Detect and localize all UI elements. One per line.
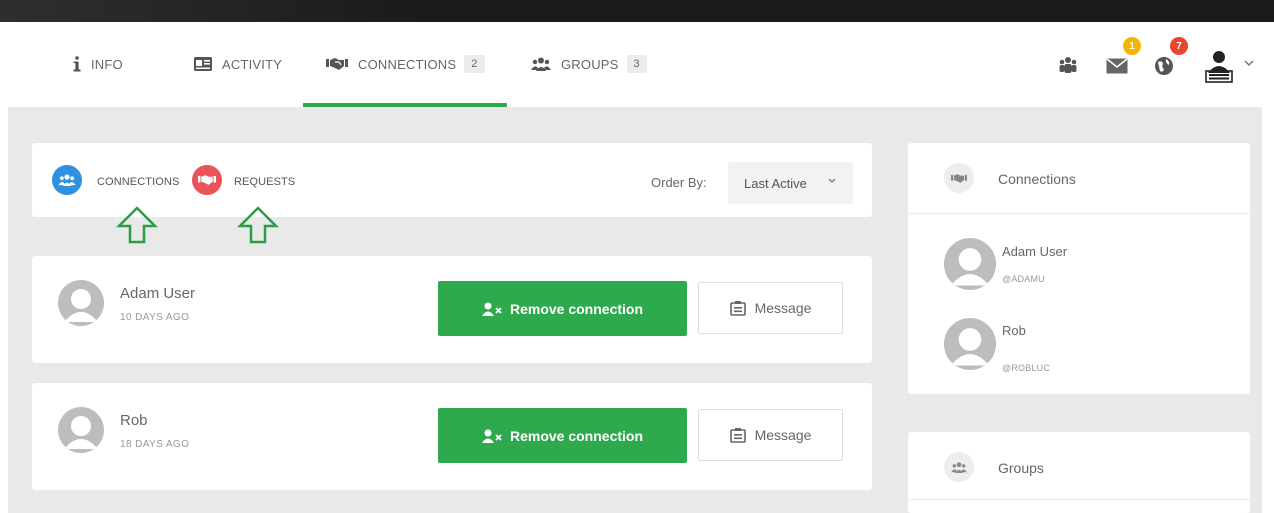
chevron-down-icon bbox=[828, 176, 836, 187]
tab-groups-label: GROUPS bbox=[561, 56, 619, 72]
sidebar-connection-name[interactable]: Rob bbox=[1002, 323, 1026, 338]
id-card-icon bbox=[194, 57, 212, 71]
tab-info[interactable]: INFO bbox=[73, 52, 123, 76]
user-remove-icon bbox=[481, 302, 502, 316]
message-button[interactable]: Message bbox=[698, 409, 843, 461]
sidebar-groups-header: Groups bbox=[908, 432, 1250, 500]
order-by-value: Last Active bbox=[744, 175, 807, 191]
remove-connection-label: Remove connection bbox=[509, 300, 644, 317]
avatar[interactable] bbox=[58, 407, 104, 453]
profile-navbar: INFO ACTIVITY CONNECTIONS 2 GROUPS 3 1 7 bbox=[8, 22, 1262, 107]
sidebar-groups-title: Groups bbox=[998, 460, 1044, 476]
users-icon bbox=[944, 452, 974, 482]
connections-filter-icon[interactable] bbox=[52, 165, 82, 195]
connection-time: 18 DAYS AGO bbox=[120, 439, 190, 450]
message-icon bbox=[729, 300, 746, 316]
top-strip-fade bbox=[0, 0, 420, 22]
tab-activity[interactable]: ACTIVITY bbox=[194, 52, 282, 76]
order-by-select[interactable]: Last Active bbox=[728, 162, 853, 204]
user-avatar-icon[interactable] bbox=[1204, 49, 1234, 83]
top-strip bbox=[0, 0, 1274, 22]
message-button[interactable]: Message bbox=[698, 282, 843, 334]
tab-connections-label: CONNECTIONS bbox=[358, 56, 457, 72]
message-icon bbox=[729, 427, 746, 443]
notifications-badge: 7 bbox=[1170, 37, 1188, 55]
sidebar-connections-card: Connections Adam User @ADAMU Rob @ROBLUC bbox=[908, 143, 1250, 394]
requests-filter-icon[interactable] bbox=[192, 165, 222, 195]
mail-icon[interactable] bbox=[1106, 58, 1128, 74]
tab-activity-label: ACTIVITY bbox=[222, 56, 283, 72]
requests-filter-label[interactable]: REQUESTS bbox=[234, 176, 295, 188]
connection-name[interactable]: Adam User bbox=[120, 285, 195, 302]
avatar[interactable] bbox=[944, 318, 996, 370]
order-by-label: Order By: bbox=[651, 175, 707, 190]
remove-connection-label: Remove connection bbox=[509, 427, 644, 444]
users-icon bbox=[531, 57, 551, 71]
sidebar-connections-title: Connections bbox=[998, 171, 1076, 187]
sidebar-connections-header: Connections bbox=[908, 143, 1250, 214]
sidebar-connection-name[interactable]: Adam User bbox=[1002, 244, 1067, 259]
connections-count: 2 bbox=[464, 55, 485, 73]
remove-connection-button[interactable]: Remove connection bbox=[438, 281, 687, 336]
sidebar-connection-handle: @ADAMU bbox=[1002, 274, 1045, 284]
tab-info-label: INFO bbox=[91, 56, 123, 72]
connection-time: 10 DAYS AGO bbox=[120, 312, 190, 323]
remove-connection-button[interactable]: Remove connection bbox=[438, 408, 687, 463]
avatar[interactable] bbox=[58, 280, 104, 326]
annotation-arrow-up-icon bbox=[237, 206, 279, 244]
avatar[interactable] bbox=[944, 238, 996, 290]
connections-filter-label[interactable]: CONNECTIONS bbox=[97, 176, 179, 188]
user-remove-icon bbox=[481, 429, 502, 443]
tab-groups[interactable]: GROUPS 3 bbox=[531, 52, 647, 76]
friends-icon[interactable] bbox=[1058, 56, 1078, 74]
mail-badge: 1 bbox=[1123, 37, 1141, 55]
handshake-icon bbox=[944, 163, 974, 193]
handshake-icon bbox=[326, 57, 348, 71]
connection-row: Adam User 10 DAYS AGO Remove connection … bbox=[32, 256, 872, 363]
message-label: Message bbox=[754, 300, 812, 316]
message-label: Message bbox=[754, 427, 812, 443]
globe-icon[interactable] bbox=[1154, 56, 1174, 76]
info-icon bbox=[73, 56, 81, 72]
tab-connections[interactable]: CONNECTIONS 2 bbox=[326, 52, 485, 76]
connection-row: Rob 18 DAYS AGO Remove connection Messag… bbox=[32, 383, 872, 490]
annotation-arrow-up-icon bbox=[116, 206, 158, 244]
sidebar-connection-handle: @ROBLUC bbox=[1002, 363, 1051, 373]
chevron-down-icon[interactable] bbox=[1244, 60, 1254, 67]
connection-name[interactable]: Rob bbox=[120, 412, 148, 429]
sidebar-groups-card: Groups bbox=[908, 432, 1250, 513]
groups-count: 3 bbox=[626, 55, 647, 73]
